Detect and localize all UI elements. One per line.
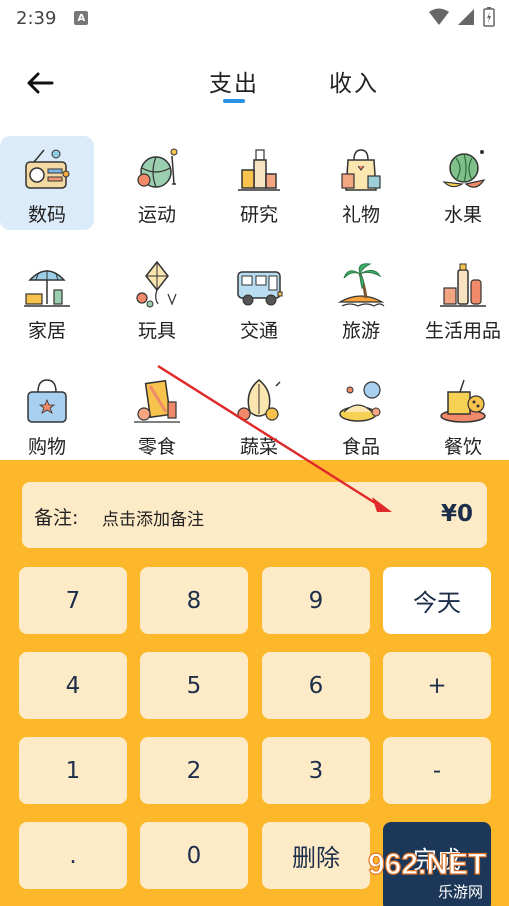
signal-icon: [458, 9, 474, 25]
key-minus[interactable]: -: [383, 737, 491, 804]
key-9[interactable]: 9: [262, 567, 370, 634]
category-transport[interactable]: 交通: [212, 252, 306, 346]
category-home[interactable]: 家居: [0, 252, 94, 346]
key-3[interactable]: 3: [262, 737, 370, 804]
key-1[interactable]: 1: [19, 737, 127, 804]
category-travel[interactable]: 旅游: [314, 252, 408, 346]
category-research[interactable]: 研究: [212, 136, 306, 230]
key-4[interactable]: 4: [19, 652, 127, 719]
category-daily-goods[interactable]: 生活用品: [416, 252, 509, 346]
category-label: 购物: [27, 436, 66, 458]
category-toys[interactable]: 玩具: [110, 252, 204, 346]
category-sports[interactable]: 运动: [110, 136, 204, 230]
status-icons: [429, 7, 495, 27]
battery-icon: [483, 7, 495, 27]
category-vegetables[interactable]: 蔬菜: [212, 368, 306, 462]
key-7[interactable]: 7: [19, 567, 127, 634]
category-label: 餐饮: [443, 436, 482, 458]
category-label: 交通: [239, 320, 278, 342]
key-8[interactable]: 8: [140, 567, 248, 634]
category-label: 数码: [27, 204, 66, 226]
header: 支出 收入: [0, 56, 509, 112]
palm-island-icon: [337, 263, 385, 307]
sports-ball-icon: [137, 148, 178, 188]
category-fruit[interactable]: 水果: [416, 136, 509, 230]
category-label: 生活用品: [424, 320, 501, 342]
category-label: 家居: [27, 320, 66, 342]
category-label: 零食: [137, 436, 176, 458]
category-label: 运动: [137, 204, 176, 226]
key-2[interactable]: 2: [140, 737, 248, 804]
category-label: 水果: [443, 204, 482, 226]
tab-income[interactable]: 收入: [329, 64, 379, 98]
delete-button[interactable]: 删除: [262, 822, 370, 889]
key-6[interactable]: 6: [262, 652, 370, 719]
key-dot[interactable]: .: [19, 822, 127, 889]
done-button[interactable]: 完成: [383, 822, 491, 906]
key-5[interactable]: 5: [140, 652, 248, 719]
category-food[interactable]: 食品: [314, 368, 408, 462]
kite-icon: [136, 260, 177, 308]
category-label: 礼物: [341, 204, 380, 226]
radio-icon: [25, 149, 70, 189]
wifi-icon: [429, 8, 449, 25]
toiletries-icon: [440, 263, 486, 307]
note-input[interactable]: 点击添加备注: [102, 505, 204, 530]
vegetables-icon: [237, 379, 281, 421]
umbrella-chair-icon: [24, 270, 70, 307]
category-label: 研究: [239, 204, 278, 226]
category-digital[interactable]: 数码: [0, 136, 94, 230]
category-dining[interactable]: 餐饮: [416, 368, 509, 462]
tab-expense[interactable]: 支出: [209, 64, 259, 98]
note-bar[interactable]: 备注: 点击添加备注 ¥0: [22, 482, 487, 548]
category-gift[interactable]: 礼物: [314, 136, 408, 230]
category-label: 食品: [341, 436, 380, 458]
status-bar: 2:39 A: [0, 0, 509, 36]
amount-display: ¥0: [440, 501, 473, 527]
key-plus[interactable]: +: [383, 652, 491, 719]
status-time: 2:39: [16, 7, 57, 29]
keypad-panel: 备注: 点击添加备注 ¥0 7 8 9 今天 4 5 6 + 1 2 3 - .…: [0, 460, 509, 906]
category-shopping[interactable]: 购物: [0, 368, 94, 462]
drink-cake-icon: [440, 379, 486, 423]
category-label: 蔬菜: [239, 436, 278, 458]
watermelon-icon: [442, 150, 486, 188]
lab-bottles-icon: [238, 149, 280, 191]
food-plate-icon: [339, 381, 381, 422]
notification-icon: A: [74, 11, 89, 25]
back-button[interactable]: [22, 68, 58, 98]
gift-bag-icon: [341, 149, 381, 191]
shopping-bag-icon: [27, 379, 67, 423]
category-snacks[interactable]: 零食: [110, 368, 204, 462]
snack-icon: [134, 379, 180, 423]
key-0[interactable]: 0: [140, 822, 248, 889]
camper-van-icon: [237, 271, 283, 306]
back-arrow-icon: [27, 72, 54, 94]
category-label: 旅游: [341, 320, 380, 342]
category-label: 玩具: [137, 320, 176, 342]
tab-active-indicator: [223, 99, 245, 103]
date-today-button[interactable]: 今天: [383, 567, 491, 634]
note-label: 备注:: [34, 507, 79, 529]
